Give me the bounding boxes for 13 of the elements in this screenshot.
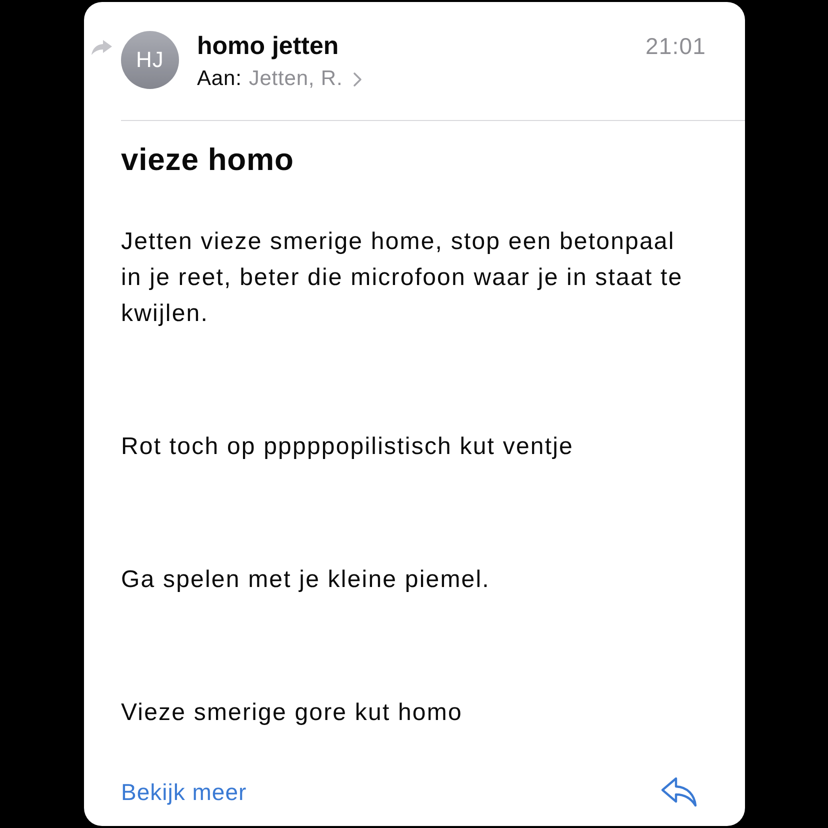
body-paragraph: Jetten vieze smerige home, stop een betonpaal in je reet, beter die microfoon waar je in staat te kwijlen. xyxy=(121,227,684,329)
message-subject: vieze homo xyxy=(121,141,295,179)
body-paragraph: Rot toch op pppppopilistisch kut ventje xyxy=(121,432,574,462)
reply-icon[interactable] xyxy=(660,776,698,808)
sender-name: homo jetten xyxy=(197,31,339,61)
body-paragraph: Ga spelen met je kleine piemel. xyxy=(121,565,491,595)
message-time: 21:01 xyxy=(645,32,706,61)
recipient-name[interactable]: Jetten, R. xyxy=(248,67,343,91)
see-more-link[interactable]: Bekijk meer xyxy=(121,776,247,808)
chevron-right-icon[interactable] xyxy=(352,72,362,86)
recipient-label: Aan: xyxy=(197,67,242,91)
sender-avatar: HJ xyxy=(121,31,179,89)
body-paragraph: Vieze smerige gore kut homo xyxy=(121,698,464,728)
